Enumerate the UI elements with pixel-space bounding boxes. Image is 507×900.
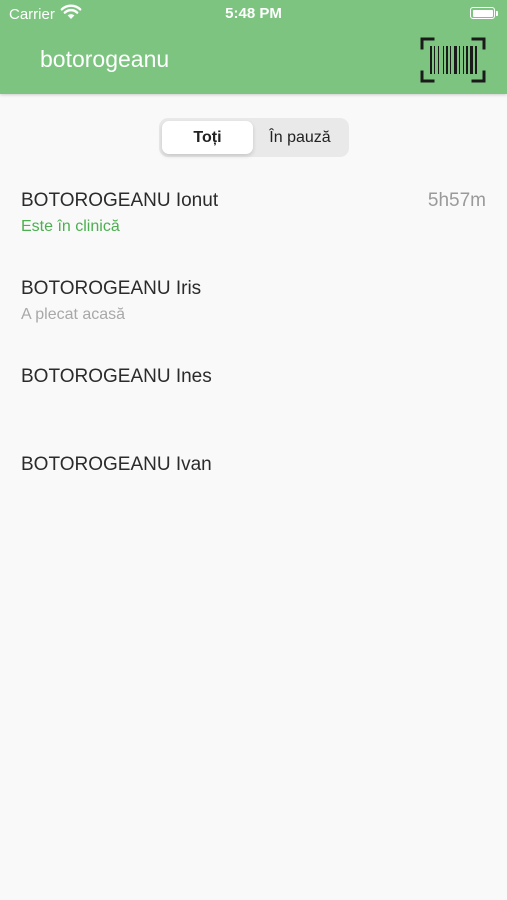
person-name: BOTOROGEANU Iris (21, 278, 202, 299)
status-bar: Carrier 5:48 PM (0, 0, 507, 28)
barcode-scanner-icon[interactable] (420, 37, 486, 83)
segment-on-break[interactable]: În pauză (253, 118, 347, 157)
page-title: botorogeanu (40, 46, 170, 72)
person-status: Este în clinică (21, 218, 120, 235)
list-item[interactable]: BOTOROGEANU Ionut Este în clinică 5h57m (0, 178, 507, 266)
segment-all[interactable]: Toți (162, 118, 253, 157)
battery-icon (470, 7, 495, 19)
filter-segmented-control: Toți În pauză (159, 118, 349, 157)
battery-tip (496, 11, 498, 16)
person-name: BOTOROGEANU Ionut (21, 190, 219, 211)
person-name: BOTOROGEANU Ivan (21, 454, 212, 475)
list-item[interactable]: BOTOROGEANU Ines (0, 354, 507, 442)
elapsed-time: 5h57m (427, 190, 486, 211)
list-item[interactable]: BOTOROGEANU Ivan (0, 442, 507, 530)
navigation-bar: Carrier 5:48 PM botorogeanu (0, 0, 507, 94)
person-name: BOTOROGEANU Ines (21, 366, 212, 387)
status-time: 5:48 PM (225, 5, 282, 22)
list-item[interactable]: BOTOROGEANU Iris A plecat acasă (0, 266, 507, 354)
person-status: A plecat acasă (21, 306, 126, 323)
